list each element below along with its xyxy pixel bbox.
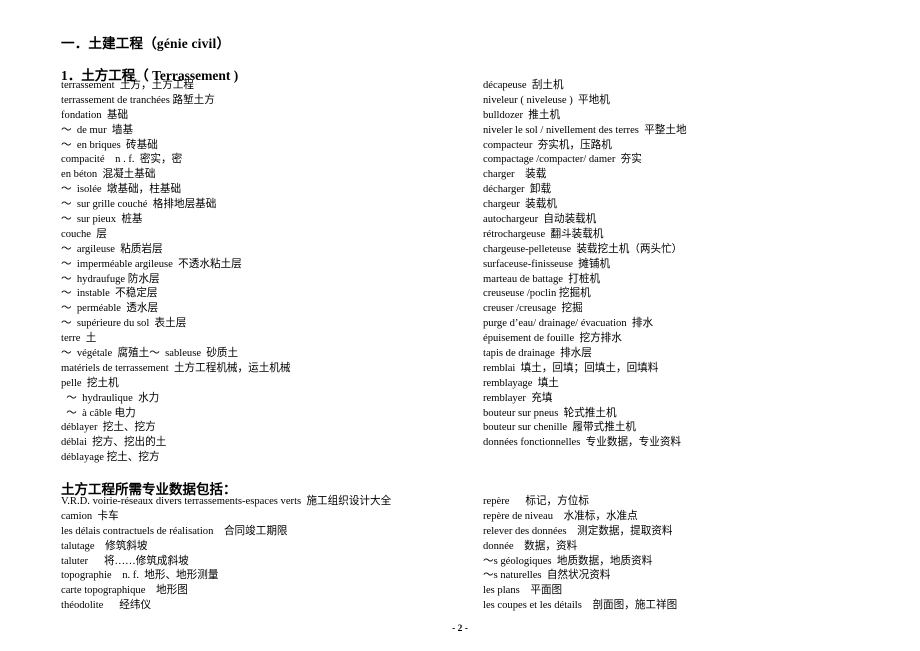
vocab-entry: matériels de terrassement 土方工程机械，运土机械 [61, 362, 291, 374]
vocab-entry: chargeur 装载机 [483, 199, 557, 211]
vocab-entry: repère de niveau 水准标，水准点 [483, 510, 638, 522]
vocab-entry: ～ sur pieux 桩基 [61, 214, 143, 226]
vocab-entry: repère 标记，方位标 [483, 496, 589, 507]
vocab-entry: creuseuse /poclin 挖掘机 [483, 288, 591, 300]
vocab-entry: ～ à câble 电力 [61, 407, 136, 419]
vocab-entry: bouteur sur pneus 轮式推土机 [483, 407, 617, 419]
vocab-entry: couche 层 [61, 228, 107, 240]
vocab-entry: remblayage 填土 [483, 377, 559, 389]
vocab-entry: terre 土 [61, 333, 97, 345]
vocab-entry: ～ imperméable argileuse 不透水粘土层 [61, 258, 242, 270]
vocab-entry: les plans 平面图 [483, 585, 563, 597]
vocab-entry: en béton 混凝土基础 [61, 169, 156, 181]
vocab-entry: creuser /creusage 挖掘 [483, 303, 583, 315]
vocab-entry: taluter 将……修筑成斜坡 [61, 555, 189, 567]
vocab-entry: donnée 数据，资料 [483, 540, 578, 552]
vocab-entry: ～ de mur 墙基 [61, 124, 134, 136]
vocab-entry: déblayage 挖土、挖方 [61, 452, 160, 464]
vocab-entry: ～ isolée 墩基础，柱基础 [61, 184, 182, 196]
vocab-entry: autochargeur 自动装载机 [483, 214, 597, 226]
data-vocab-right: repère 标记，方位标 repère de niveau 水准标，水准点 rel… [483, 495, 677, 614]
vocab-entry: talutage 修筑斜坡 [61, 540, 148, 552]
vocab-entry: ～s naturelles 自然状况资料 [483, 570, 611, 582]
vocab-entry: terrassement de tranchées 路堑土方 [61, 94, 215, 106]
vocab-entry: ～s géologiques 地质数据，地质资料 [483, 555, 653, 567]
section-title: 一．土建工程（génie civil） [61, 36, 231, 51]
vocab-entry: marteau de battage 打桩机 [483, 273, 601, 285]
vocab-entry: tapis de drainage 排水层 [483, 348, 592, 360]
vocab-entry: ～ argileuse 粘质岩层 [61, 243, 163, 255]
vocab-entry: données fonctionnelles 专业数据，专业资料 [483, 437, 682, 449]
vocab-entry: carte topographique 地形图 [61, 585, 188, 597]
page-number: - 2 - [452, 624, 468, 634]
vocab-entry: épuisement de fouille 挖方排水 [483, 333, 622, 345]
vocab-entry: les coupes et les détails 剖面图，施工祥图 [483, 600, 678, 612]
vocab-entry: ～ en briques 砖基础 [61, 139, 158, 151]
vocab-entry: surfaceuse-finisseuse 摊铺机 [483, 258, 611, 270]
vocab-entry: rétrochargeuse 翻斗装载机 [483, 228, 604, 240]
vocab-entry: pelle 挖土机 [61, 377, 119, 389]
vocab-entry: charger 装载 [483, 169, 547, 181]
terrassement-vocab-right: décapeuse 刮土机 niveleur ( niveleuse ) 平地机 b… [483, 79, 687, 451]
vocab-entry: remblayer 充填 [483, 392, 553, 404]
vocab-entry: fondation 基础 [61, 109, 129, 121]
terrassement-vocab-left: terrassement 土方，土方工程 terrassement de tran… [61, 79, 290, 466]
vocab-entry: ～ hydraufuge 防水层 [61, 273, 160, 285]
data-vocab-left: V.R.D. voirie-réseaux divers terrassemen… [61, 495, 391, 614]
vocab-entry: niveleur ( niveleuse ) 平地机 [483, 94, 610, 106]
vocab-entry: relever des données 测定数据，提取资料 [483, 525, 673, 537]
vocab-entry: niveler le sol / nivellement des terres … [483, 124, 687, 136]
vocab-entry: chargeuse-pelleteuse 装载挖土机（两头忙） [483, 243, 683, 255]
vocab-entry: compacité n . f. 密实，密 [61, 154, 183, 166]
vocab-entry: remblai 填土，回填；回填土，回填料 [483, 362, 659, 374]
vocab-entry: purge d’eau/ drainage/ évacuation 排水 [483, 318, 654, 330]
vocab-entry: ～ supérieure du sol 表土层 [61, 318, 187, 330]
vocab-entry: ～ hydraulique 水力 [61, 392, 160, 404]
vocab-entry: ～ végétale 腐殖土～ sableuse 砂质土 [61, 348, 239, 360]
vocab-entry: déblai 挖方、挖出的土 [61, 437, 167, 449]
vocab-entry: ～ sur grille couché 格排地层基础 [61, 199, 217, 211]
vocab-entry: compacteur 夯实机，压路机 [483, 139, 612, 151]
vocab-entry: décharger 卸载 [483, 184, 552, 196]
vocab-entry: topographie n. f. 地形、地形测量 [61, 570, 219, 582]
vocab-entry: déblayer 挖土、挖方 [61, 422, 156, 434]
vocab-entry: décapeuse 刮土机 [483, 80, 564, 91]
vocab-entry: terrassement 土方，土方工程 [61, 80, 194, 91]
vocab-entry: ～ instable 不稳定层 [61, 288, 158, 300]
vocab-entry: camion 卡车 [61, 510, 119, 522]
vocab-entry: bulldozer 推土机 [483, 109, 561, 121]
vocab-entry: les délais contractuels de réalisation 合… [61, 525, 288, 537]
vocab-entry: V.R.D. voirie-réseaux divers terrassemen… [61, 496, 392, 507]
document-page: 一．土建工程（génie civil） 1．土方工程（ Terrassement… [0, 0, 920, 651]
vocab-entry: théodolite 经纬仪 [61, 600, 152, 612]
vocab-entry: bouteur sur chenille 履带式推土机 [483, 422, 636, 434]
vocab-entry: ～ perméable 透水层 [61, 303, 159, 315]
vocab-entry: compactage /compacter/ damer 夯实 [483, 154, 642, 166]
